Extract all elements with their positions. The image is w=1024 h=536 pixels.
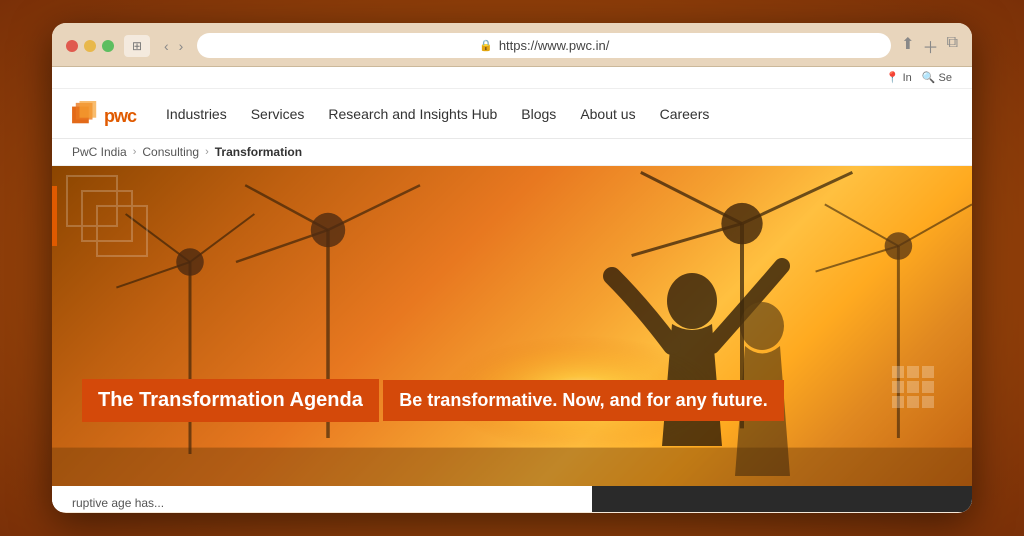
location-indicator[interactable]: 📍 In (886, 71, 912, 84)
new-tab-icon[interactable]: ＋ (923, 34, 939, 58)
traffic-lights (66, 40, 114, 52)
share-icon[interactable]: ⬆ (901, 34, 914, 58)
pwc-logo: pwc (72, 101, 136, 127)
browser-window: ⊞ ‹ › 🔒 https://www.pwc.in/ ⬆ ＋ ⧉ 📍 In 🔍… (52, 23, 972, 513)
website-content: 📍 In 🔍 Se pwc Industries (52, 67, 972, 512)
close-button[interactable] (66, 40, 78, 52)
bottom-left-content: ruptive age has... (52, 486, 592, 512)
forward-button[interactable]: › (175, 36, 188, 56)
breadcrumb-sep-1: › (133, 146, 137, 158)
hero-title-box: The Transformation Agenda (82, 379, 379, 422)
address-bar[interactable]: 🔒 https://www.pwc.in/ (197, 33, 891, 58)
nav-services[interactable]: Services (251, 106, 305, 122)
main-nav: pwc Industries Services Research and Ins… (52, 89, 972, 139)
lock-icon: 🔒 (479, 39, 493, 52)
browser-chrome: ⊞ ‹ › 🔒 https://www.pwc.in/ ⬆ ＋ ⧉ (52, 23, 972, 67)
hero-subtitle-box: Be transformative. Now, and for any futu… (383, 380, 783, 421)
maximize-button[interactable] (102, 40, 114, 52)
bottom-right-dark (592, 486, 972, 512)
search-indicator[interactable]: 🔍 Se (922, 71, 952, 84)
tabs-icon[interactable]: ⧉ (947, 34, 958, 58)
breadcrumb-home[interactable]: PwC India (72, 145, 127, 159)
minimize-button[interactable] (84, 40, 96, 52)
pwc-cube-icon (72, 101, 100, 127)
breadcrumb-current: Transformation (215, 145, 302, 159)
hero-content: The Transformation Agenda Be transformat… (82, 379, 784, 426)
browser-actions: ⬆ ＋ ⧉ (901, 34, 958, 58)
nav-buttons: ‹ › (160, 36, 187, 56)
tab-toggle-icon[interactable]: ⊞ (124, 35, 150, 57)
nav-careers[interactable]: Careers (660, 106, 710, 122)
hero-subtitle: Be transformative. Now, and for any futu… (399, 390, 767, 411)
hero-section: The Transformation Agenda Be transformat… (52, 166, 972, 486)
url-text: https://www.pwc.in/ (499, 38, 610, 53)
logo-area[interactable]: pwc (72, 101, 136, 127)
breadcrumb-consulting[interactable]: Consulting (142, 145, 199, 159)
turbines-illustration (52, 166, 972, 486)
nav-research[interactable]: Research and Insights Hub (328, 106, 497, 122)
back-button[interactable]: ‹ (160, 36, 173, 56)
nav-links: Industries Services Research and Insight… (166, 106, 952, 122)
nav-about[interactable]: About us (580, 106, 635, 122)
nav-blogs[interactable]: Blogs (521, 106, 556, 122)
breadcrumb-sep-2: › (205, 146, 209, 158)
hero-title: The Transformation Agenda (98, 389, 363, 412)
breadcrumb: PwC India › Consulting › Transformation (52, 139, 972, 166)
bottom-preview: ruptive age has... (52, 486, 972, 512)
top-utility-bar: 📍 In 🔍 Se (52, 67, 972, 89)
pwc-logo-text: pwc (104, 107, 136, 125)
orange-accent-bar (52, 186, 57, 246)
bottom-preview-text: ruptive age has... (72, 496, 572, 510)
nav-industries[interactable]: Industries (166, 106, 227, 122)
